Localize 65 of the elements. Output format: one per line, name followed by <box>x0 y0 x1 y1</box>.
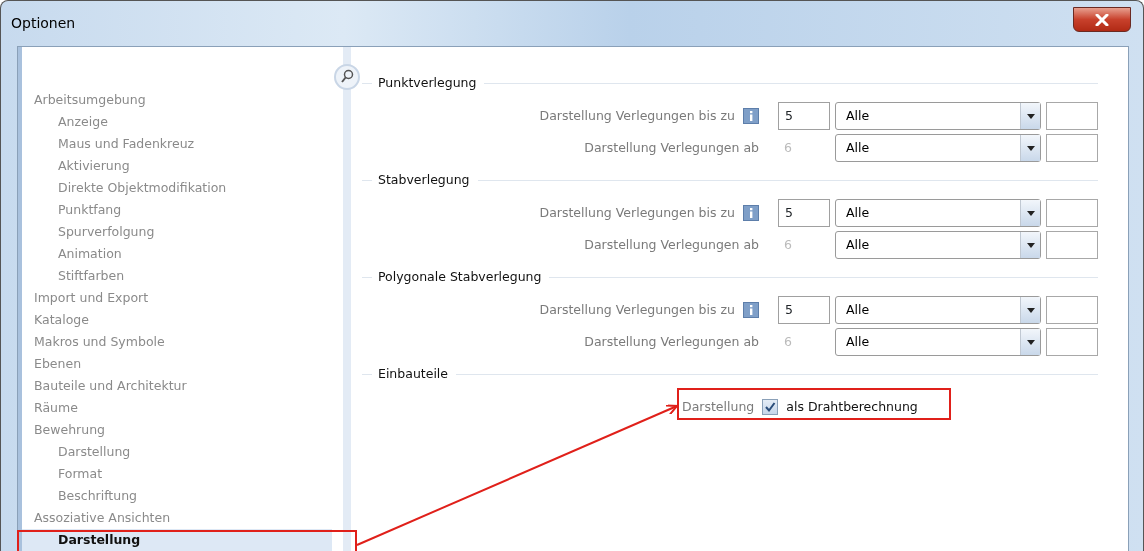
field-value: 6 <box>783 138 793 157</box>
tree-item[interactable]: Stiftfarben <box>22 265 332 287</box>
tree-item[interactable]: Aktivierung <box>22 155 332 177</box>
checkbox[interactable] <box>762 399 779 415</box>
input-field[interactable] <box>1046 134 1098 162</box>
tree-item[interactable]: Darstellung <box>22 529 332 551</box>
dropdown[interactable]: Alle <box>835 231 1041 259</box>
field-label: Darstellung Verlegungen ab <box>584 332 759 351</box>
tree-item[interactable]: Arbeitsumgebung <box>22 89 332 111</box>
input-field[interactable]: 5 <box>778 199 830 227</box>
dropdown[interactable]: Alle <box>835 134 1041 162</box>
tree-item[interactable]: Format <box>22 463 332 485</box>
tree-item[interactable]: Darstellung <box>22 441 332 463</box>
close-icon <box>1095 13 1109 26</box>
field-value: 6 <box>783 332 793 351</box>
tree-item[interactable]: Maus und Fadenkreuz <box>22 133 332 155</box>
input-field[interactable] <box>1046 199 1098 227</box>
field-label: Darstellung Verlegungen bis zu <box>539 300 735 319</box>
tree-item[interactable]: Punktfang <box>22 199 332 221</box>
tree-item[interactable]: Anzeige <box>22 111 332 133</box>
tree-item[interactable]: Bewehrung <box>22 419 332 441</box>
caret-icon <box>1026 210 1035 216</box>
input-field[interactable]: 5 <box>778 102 830 130</box>
window-title: Optionen <box>11 14 76 33</box>
section-title: Stabverlegung <box>378 171 470 190</box>
section-title: Einbauteile <box>378 365 449 384</box>
caret-icon <box>1026 113 1035 119</box>
input-field[interactable] <box>1046 102 1098 130</box>
tree-item[interactable]: Spurverfolgung <box>22 221 332 243</box>
field-label: Darstellung <box>682 397 755 416</box>
close-button[interactable] <box>1073 7 1131 32</box>
input-field[interactable] <box>1046 328 1098 356</box>
info-icon[interactable] <box>743 302 759 318</box>
tree-item[interactable]: Direkte Objektmodifikation <box>22 177 332 199</box>
caret-icon <box>1026 242 1035 248</box>
info-icon[interactable] <box>743 205 759 221</box>
tree-item[interactable]: Beschriftung <box>22 485 332 507</box>
dropdown[interactable]: Alle <box>835 328 1041 356</box>
tree-item[interactable]: Animation <box>22 243 332 265</box>
tree-item[interactable]: Kataloge <box>22 309 332 331</box>
info-icon[interactable] <box>743 108 759 124</box>
field-label: Darstellung Verlegungen ab <box>584 235 759 254</box>
field-label: Darstellung Verlegungen ab <box>584 138 759 157</box>
field-label: Darstellung Verlegungen bis zu <box>539 203 735 222</box>
tree-item[interactable]: Bauteile und Architektur <box>22 375 332 397</box>
tree-item[interactable]: Import und Export <box>22 287 332 309</box>
input-field[interactable]: 5 <box>778 296 830 324</box>
caret-icon <box>1026 307 1035 313</box>
checkbox-label: als Drahtberechnung <box>786 397 918 416</box>
caret-icon <box>1026 145 1035 151</box>
tree-item[interactable]: Ebenen <box>22 353 332 375</box>
caret-icon <box>1026 339 1035 345</box>
tree-item[interactable]: Makros und Symbole <box>22 331 332 353</box>
field-label: Darstellung Verlegungen bis zu <box>539 106 735 125</box>
dropdown[interactable]: Alle <box>835 102 1041 130</box>
search-icon[interactable] <box>334 64 360 90</box>
field-value: 6 <box>783 235 793 254</box>
dropdown[interactable]: Alle <box>835 296 1041 324</box>
tree-item[interactable]: Assoziative Ansichten <box>22 507 332 529</box>
input-field[interactable] <box>1046 231 1098 259</box>
dropdown[interactable]: Alle <box>835 199 1041 227</box>
input-field[interactable] <box>1046 296 1098 324</box>
section-title: Punktverlegung <box>378 74 477 93</box>
tree-item[interactable]: Räume <box>22 397 332 419</box>
section-title: Polygonale Stabverlegung <box>378 268 542 287</box>
